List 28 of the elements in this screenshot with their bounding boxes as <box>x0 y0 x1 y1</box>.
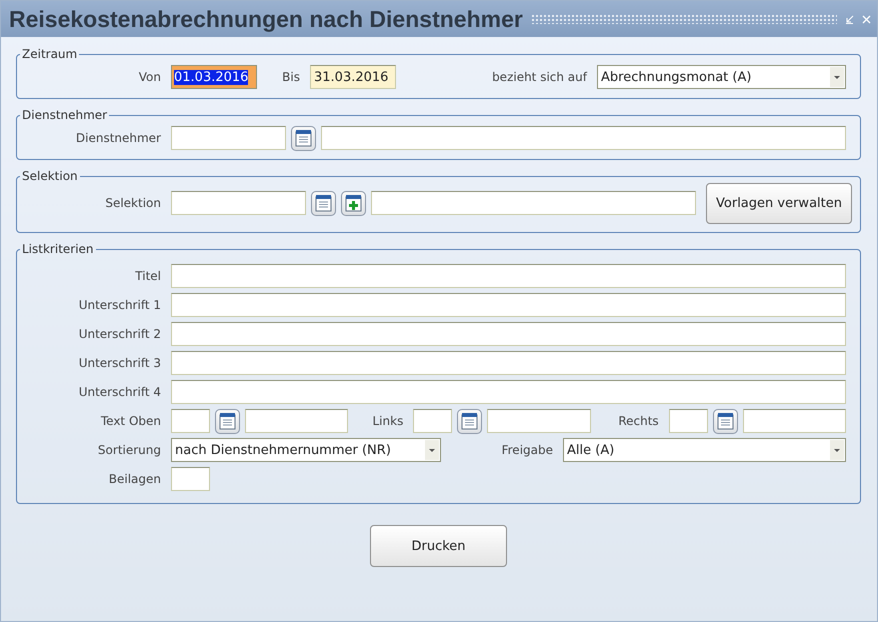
group-legend: Dienstnehmer <box>20 108 110 122</box>
field-label: Bis <box>281 70 301 84</box>
field-label: Unterschrift 2 <box>78 327 162 341</box>
field-label: Titel <box>134 269 162 283</box>
dropdown[interactable]: Alle (A) <box>563 438 846 462</box>
field-label: Beilagen <box>108 472 162 486</box>
field-label: Rechts <box>617 414 660 428</box>
field-label: Von <box>138 70 162 84</box>
date-field[interactable]: 31.03.2016 <box>310 65 396 89</box>
group-legend: Listkriterien <box>20 242 96 256</box>
window-title: Reisekostenabrechnungen nach Dienstnehmer <box>9 6 523 32</box>
group-legend: Zeitraum <box>20 47 80 61</box>
field-label: Freigabe <box>500 443 554 457</box>
field-label: Unterschrift 1 <box>78 298 162 312</box>
field-label: Sortierung <box>96 443 162 457</box>
print-button[interactable]: Drucken <box>370 525 507 567</box>
field-label: Text Oben <box>100 414 162 428</box>
field-label: Unterschrift 3 <box>78 356 162 370</box>
dropdown[interactable]: nach Dienstnehmernummer (NR) <box>171 438 441 462</box>
field-label: Dienstnehmer <box>74 131 162 145</box>
group-legend: Selektion <box>20 169 80 183</box>
field-label: Links <box>372 414 404 428</box>
dropdown[interactable]: Abrechnungsmonat (A) <box>597 65 846 89</box>
field-label: Selektion <box>104 196 162 210</box>
manage-templates-button[interactable]: Vorlagen verwalten <box>706 182 852 224</box>
field-label: bezieht sich auf <box>491 70 588 84</box>
date-field[interactable]: 01.03.2016 <box>171 65 257 89</box>
field-label: Unterschrift 4 <box>78 385 162 399</box>
